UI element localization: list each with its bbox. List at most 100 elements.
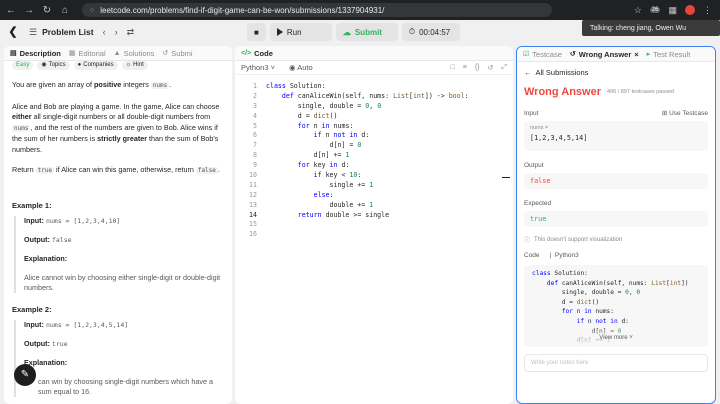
tab-test-result[interactable]: ▸ Test Result [647, 50, 691, 59]
code-line[interactable]: 2 def canAliceWin(self, nums: List[int])… [235, 92, 513, 102]
line-number: 15 [249, 220, 257, 229]
format-icon[interactable]: ≡ [463, 64, 467, 72]
code-line[interactable]: 10 if key < 10: [235, 171, 513, 181]
tab-description[interactable]: ▤ Description [10, 49, 61, 58]
tab-submissions[interactable]: ↺ Submi [162, 49, 192, 58]
terminal-icon: ▸ [646, 51, 651, 58]
code-line[interactable]: 12 else: [235, 191, 513, 201]
submission-code-line: d = dict() [532, 298, 600, 306]
reset-icon[interactable]: ↺ [488, 64, 494, 72]
url-text: leetcode.com/problems/find-if-digit-game… [100, 5, 385, 15]
submit-button[interactable]: ☁ Submit [335, 23, 398, 41]
back-icon[interactable]: ← [4, 5, 18, 16]
hint-tag[interactable]: ☼ Hint [121, 61, 148, 70]
leetcode-logo[interactable]: ❮ [6, 25, 20, 39]
code-line[interactable]: 5 for n in nums: [235, 122, 513, 132]
home-icon[interactable]: ⌂ [58, 5, 72, 16]
code-line[interactable]: 14 return double >= single [235, 211, 513, 221]
run-button[interactable]: Run [269, 23, 332, 41]
line-number: 4 [253, 111, 257, 120]
shuffle-icon[interactable]: ⇄ [127, 27, 135, 38]
code-line[interactable]: 8 d[n] += 1 [235, 151, 513, 161]
tab-testcase[interactable]: ☑ Testcase [523, 50, 562, 59]
companies-tag[interactable]: ● Companies [73, 61, 118, 70]
line-number: 9 [253, 161, 257, 170]
problem-list-link[interactable]: Problem List [42, 27, 93, 37]
run-controls: ■ Run ☁ Submit ⏱ 00:04:57 [247, 23, 460, 41]
tab-code[interactable]: </> Code [241, 49, 273, 58]
code-editor[interactable]: 1 class Solution: 2 def canAliceWin(self, … [235, 82, 513, 404]
line-number: 10 [249, 171, 257, 180]
list-icon[interactable]: ☰ [29, 27, 37, 38]
reload-icon[interactable]: ↻ [40, 5, 54, 16]
code-line[interactable]: 16 [235, 230, 513, 240]
fullscreen-icon[interactable]: ⤢ [501, 64, 507, 72]
desc-paragraph-2: Alice and Bob are playing a game. In the… [12, 101, 220, 154]
lock-icon: ◉ [289, 63, 296, 72]
edit-note-icon[interactable]: ✎ [14, 364, 36, 386]
code-line[interactable]: 1 class Solution: [235, 82, 513, 92]
code-line[interactable]: 3 single, double = 0, 0 [235, 102, 513, 112]
close-icon[interactable]: × [634, 50, 638, 59]
view-more-button[interactable]: View more ˅ [524, 335, 708, 341]
debug-button[interactable]: ■ [247, 23, 266, 41]
history-icon: ↺ [162, 50, 169, 57]
prev-problem-icon[interactable]: ‹ [103, 27, 106, 37]
code-line[interactable]: 4 d = dict() [235, 112, 513, 122]
result-tabbar: ☑ Testcase ↺ Wrong Answer × ▸ Test Result [517, 47, 715, 62]
line-number: 16 [249, 230, 257, 239]
site-info-icon[interactable]: ○ [90, 7, 94, 14]
expected-value-box: true [524, 211, 708, 227]
submit-label: Submit [354, 27, 382, 37]
code-text: return double >= single [297, 210, 390, 219]
example-2-output: true [51, 339, 68, 348]
tab-wrong-answer[interactable]: ↺ Wrong Answer × [570, 50, 639, 59]
submission-code-box: class Solution: def canAliceWin(self, nu… [524, 265, 708, 347]
use-testcase-button[interactable]: ⊞ Use Testcase [662, 109, 708, 117]
line-number: 6 [253, 131, 257, 140]
forward-icon[interactable]: → [22, 5, 36, 16]
topics-tag[interactable]: ◉ Topics [37, 61, 70, 70]
next-problem-icon[interactable]: › [115, 27, 118, 37]
run-label: Run [286, 27, 302, 37]
auto-mode[interactable]: ◉ Auto [289, 63, 313, 72]
code-line[interactable]: 7 d[n] = 0 [235, 141, 513, 151]
cursor-indicator [502, 177, 510, 178]
toast-text: Talking: cheng jiang, Owen Wu [590, 24, 686, 32]
code-line[interactable]: 15 [235, 220, 513, 230]
code-text: if n not in d: [313, 131, 370, 140]
output-header: Output [524, 162, 544, 169]
all-submissions-link[interactable]: ← All Submissions [524, 62, 708, 82]
bookmark-icon[interactable]: □ [451, 64, 455, 72]
language-select[interactable]: Python3 ˅ [241, 63, 275, 72]
line-number: 3 [253, 101, 257, 110]
notes-input[interactable]: Write your notes here [524, 354, 708, 372]
expected-header: Expected [524, 200, 552, 207]
code-tabbar: </> Code [235, 46, 513, 61]
code-text: class Solution: [266, 82, 326, 90]
menu-kebab-icon[interactable]: ⋮ [703, 5, 712, 16]
line-number: 8 [253, 151, 257, 160]
code-line[interactable]: 6 if n not in d: [235, 131, 513, 141]
extension-badge[interactable]: 26 [649, 7, 661, 13]
tag-icon: ◉ [41, 62, 47, 68]
code-line[interactable]: 9 for key in d: [235, 161, 513, 171]
code-line[interactable]: 13 double += 1 [235, 201, 513, 211]
tab-solutions[interactable]: ▲ Solutions [114, 49, 155, 58]
submission-code-line: def canAliceWin(self, nums: List[int]) [546, 279, 689, 287]
tab-editorial[interactable]: ▦ Editorial [69, 49, 106, 58]
profile-avatar[interactable] [685, 5, 695, 15]
submission-code-line: class Solution: [532, 270, 588, 277]
testcases-count: 406 / 897 testcases passed [607, 89, 674, 95]
braces-icon[interactable]: {} [475, 64, 480, 72]
meeting-toast: Talking: cheng jiang, Owen Wu [582, 20, 720, 36]
info-icon: ⓘ [524, 238, 531, 244]
timer-button[interactable]: ⏱ 00:04:57 [401, 23, 460, 41]
address-bar[interactable]: ○ leetcode.com/problems/find-if-digit-ga… [82, 3, 552, 17]
code-lang-label: | Python3 [549, 252, 579, 259]
bookmark-star-icon[interactable]: ☆ [634, 5, 642, 16]
line-number: 1 [253, 82, 257, 90]
example-2-explanation: can win by choosing single-digit numbers… [38, 376, 213, 396]
extensions-icon[interactable]: ▦ [668, 5, 677, 16]
code-line[interactable]: 11 single += 1 [235, 181, 513, 191]
